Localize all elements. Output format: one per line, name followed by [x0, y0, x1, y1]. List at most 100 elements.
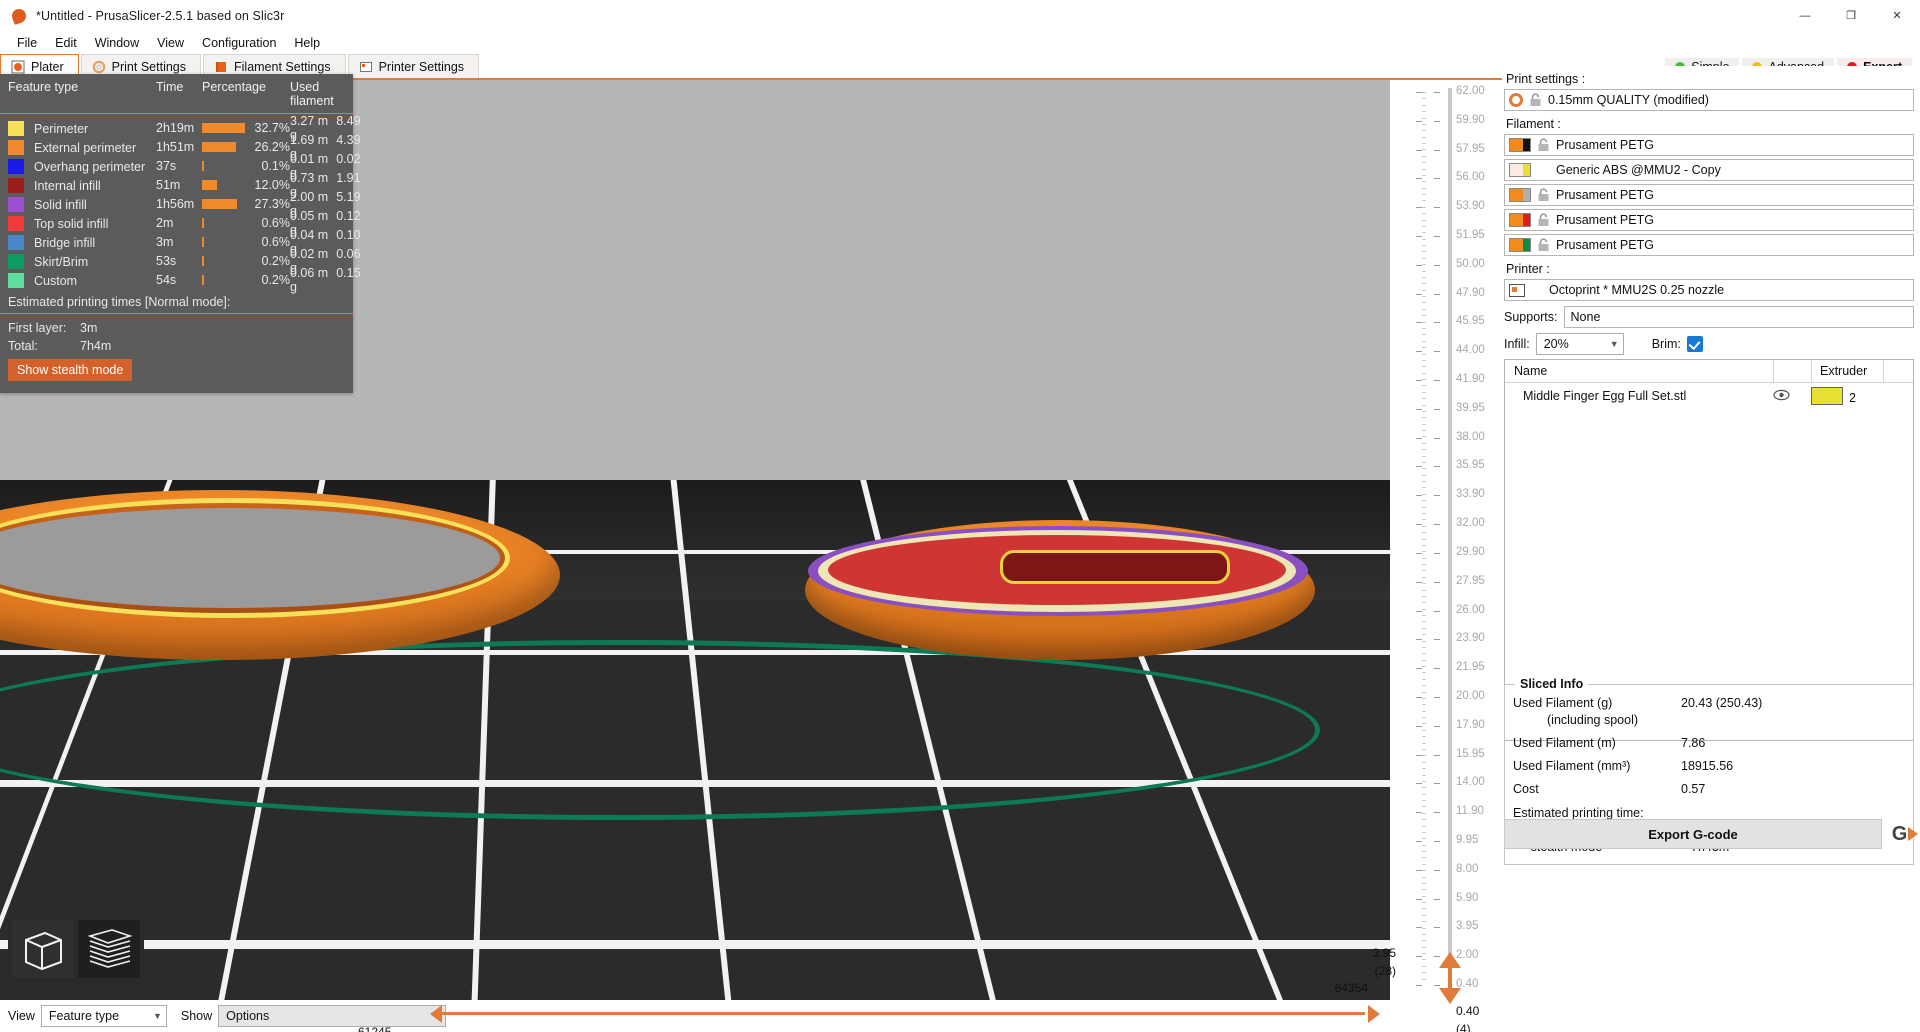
layer-tick-label: 5.90 — [1456, 891, 1479, 904]
menu-help[interactable]: Help — [285, 34, 329, 52]
layer-slider-rail[interactable] — [1448, 88, 1452, 993]
including-spool-row: (including spool) — [1513, 712, 1905, 729]
infill-combo[interactable]: 20% ▼ — [1535, 333, 1624, 355]
menu-window[interactable]: Window — [86, 34, 148, 52]
layer-minor-tick — [1422, 430, 1426, 432]
layer-tick — [1416, 351, 1422, 353]
3d-editor-view-icon[interactable] — [12, 920, 74, 978]
lock-icon[interactable] — [1537, 213, 1550, 227]
menu-file[interactable]: File — [8, 34, 46, 52]
layer-tick — [1416, 380, 1422, 382]
gcode-move-slider[interactable]: 61245 64354 — [358, 981, 1380, 1032]
layer-minor-tick — [1422, 200, 1426, 202]
layer-minor-tick — [1422, 564, 1426, 565]
legend-row[interactable]: Internal infill 51m 12.0% 0.73 m 1.91 g — [0, 171, 361, 199]
legend-percentage-value: 0.2% — [261, 273, 291, 287]
lock-icon[interactable] — [1537, 138, 1550, 152]
legend-used-filament-length: 0.05 m — [290, 209, 329, 223]
layer-tick — [1434, 120, 1440, 122]
layer-tick-label: 39.95 — [1456, 401, 1485, 414]
layer-minor-tick — [1422, 98, 1426, 100]
object-list-col-name: Name — [1514, 364, 1548, 378]
legend-time: 51m — [156, 178, 181, 192]
layer-minor-tick — [1422, 117, 1426, 119]
legend-row[interactable]: Custom 54s 0.2% 0.06 m 0.15 g — [0, 266, 361, 294]
show-combo[interactable]: Options ▼ — [218, 1005, 447, 1027]
supports-value: None — [1570, 310, 1601, 324]
infill-value: 20% — [1543, 337, 1569, 351]
tab-printer-settings[interactable]: Printer Settings — [347, 54, 480, 78]
layer-minor-tick — [1422, 921, 1426, 923]
filament-preset-row[interactable]: Prusament PETG — [1504, 134, 1914, 156]
maximize-button[interactable]: ❐ — [1828, 0, 1874, 32]
layer-slider-lower-handle[interactable] — [1439, 988, 1461, 1004]
legend-row[interactable]: Bridge infill 3m 0.6% 0.04 m 0.10 g — [0, 228, 361, 256]
layer-minor-tick — [1422, 474, 1426, 476]
legend-col-time: Time — [156, 80, 184, 94]
legend-row[interactable]: Overhang perimeter 37s 0.1% 0.01 m 0.02 g — [0, 152, 361, 180]
layer-minor-tick — [1422, 576, 1426, 578]
layer-tick — [1416, 783, 1422, 785]
export-gcode-button[interactable]: Export G-code — [1504, 819, 1882, 849]
layer-minor-tick — [1422, 162, 1426, 164]
show-stealth-mode-button[interactable]: Show stealth mode — [8, 359, 133, 381]
layer-minor-tick — [1422, 946, 1426, 948]
gcode-slider-min-label: 61245 — [358, 1025, 392, 1032]
filament-preset-row[interactable]: Prusament PETG — [1504, 209, 1914, 231]
minimize-button[interactable]: — — [1782, 0, 1828, 32]
layer-minor-tick — [1422, 136, 1426, 138]
lock-icon[interactable] — [1537, 188, 1550, 202]
lock-icon[interactable] — [1537, 238, 1550, 252]
layer-minor-tick — [1422, 844, 1426, 846]
layer-minor-tick — [1422, 959, 1426, 961]
layer-minor-tick — [1422, 276, 1426, 278]
layer-slider-upper-handle[interactable] — [1439, 952, 1461, 968]
legend-row[interactable]: Skirt/Brim 53s 0.2% 0.02 m 0.06 g — [0, 247, 361, 275]
layer-tick — [1416, 437, 1422, 439]
layer-minor-tick — [1422, 914, 1426, 916]
legend-row[interactable]: Perimeter 2h19m 32.7% 3.27 m 8.49 g — [0, 114, 361, 142]
legend-percentage-bar — [202, 218, 204, 228]
legend-row[interactable]: Top solid infill 2m 0.6% 0.05 m 0.12 g — [0, 209, 361, 237]
gcode-slider-right-handle[interactable] — [1368, 1005, 1380, 1023]
layer-slider[interactable]: 62.00 59.90 57.95 56.00 53.90 51.95 50.00 47.90… — [1373, 80, 1502, 1032]
menu-view[interactable]: View — [148, 34, 193, 52]
window-controls: — ❐ ✕ — [1782, 0, 1920, 32]
brim-checkbox[interactable] — [1686, 336, 1703, 352]
layer-slider-bottom-layer: (4) — [1456, 1022, 1471, 1032]
menu-configuration[interactable]: Configuration — [193, 34, 285, 52]
view-combo[interactable]: Feature type ▼ — [40, 1005, 167, 1027]
layer-minor-tick — [1422, 181, 1426, 183]
layer-minor-tick — [1422, 468, 1426, 470]
layer-minor-tick — [1422, 538, 1426, 540]
printer-preset[interactable]: Octoprint * MMU2S 0.25 nozzle — [1504, 279, 1914, 301]
legend-row[interactable]: Solid infill 1h56m 27.3% 2.00 m 5.19 g — [0, 190, 361, 218]
object-visibility-toggle[interactable] — [1773, 389, 1811, 404]
legend-time: 53s — [156, 254, 177, 268]
preview-layers-view-icon[interactable] — [78, 920, 140, 978]
legend-row[interactable]: External perimeter 1h51m 26.2% 1.69 m 4.39 g — [0, 133, 361, 161]
object-list-row[interactable]: Middle Finger Egg Full Set.stl 2 — [1505, 383, 1913, 409]
brim-label: Brim: — [1651, 337, 1681, 351]
filament-preset-row[interactable]: Prusament PETG — [1504, 234, 1914, 256]
layer-tick — [1416, 985, 1422, 986]
layer-minor-tick — [1422, 704, 1426, 706]
layer-tick-label: 47.90 — [1456, 286, 1485, 299]
print-settings-preset[interactable]: 0.15mm QUALITY (modified) — [1504, 89, 1914, 111]
filament-preset-value: Prusament PETG — [1556, 213, 1654, 227]
object-extruder-cell[interactable]: 2 — [1811, 387, 1883, 405]
supports-combo[interactable]: None — [1563, 306, 1914, 328]
layer-minor-tick — [1422, 194, 1426, 196]
filament-preset-row[interactable]: Generic ABS @MMU2 - Copy — [1504, 159, 1914, 181]
menu-edit[interactable]: Edit — [46, 34, 86, 52]
object-list-col-actions — [1883, 360, 1913, 382]
legend-percentage-cell: 26.2% — [202, 140, 290, 154]
legend-total-label: Total: — [8, 339, 38, 353]
lock-icon[interactable] — [1529, 93, 1542, 107]
send-gcode-button[interactable]: G — [1890, 819, 1920, 849]
legend-percentage-bar — [202, 180, 218, 190]
legend-percentage-value: 0.6% — [261, 235, 291, 249]
filament-preset-row[interactable]: Prusament PETG — [1504, 184, 1914, 206]
gcode-slider-track[interactable] — [440, 1012, 1365, 1015]
close-button[interactable]: ✕ — [1874, 0, 1920, 32]
